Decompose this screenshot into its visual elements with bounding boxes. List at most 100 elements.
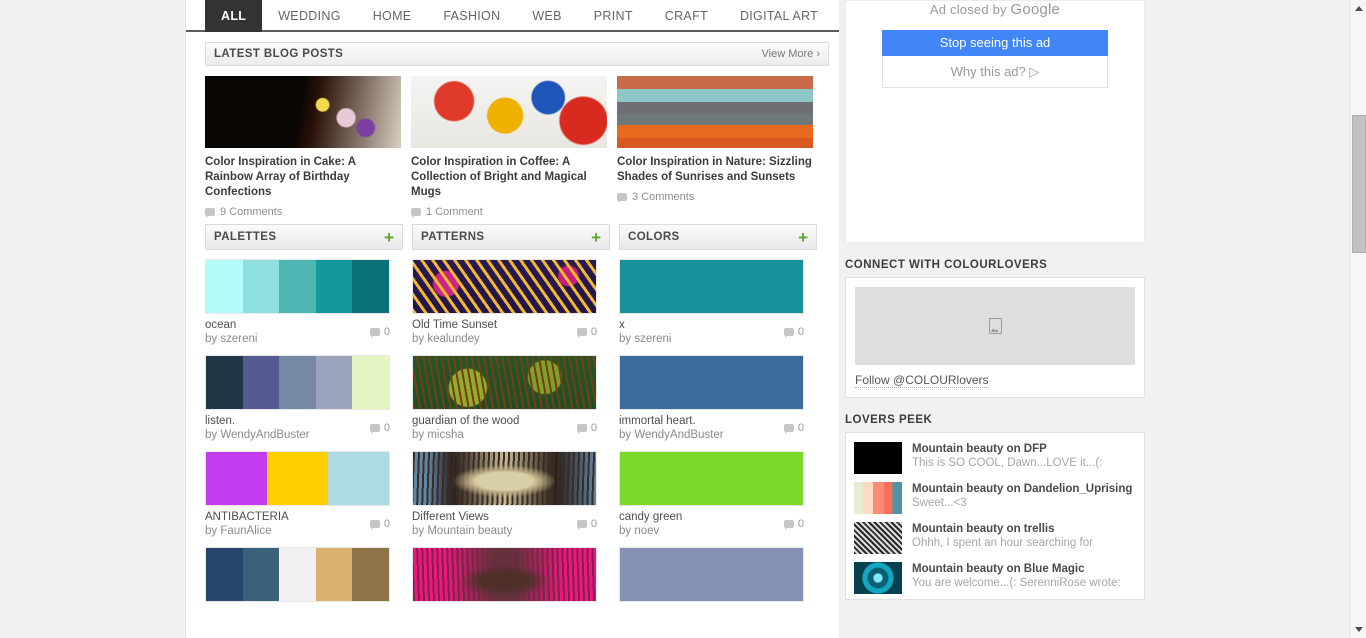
item-meta: listen. by WendyAndBuster 0 [205,414,390,442]
page-scrollbar[interactable] [1349,0,1366,638]
pattern-thumbnail[interactable] [412,451,597,506]
nav-item-digital-art[interactable]: DIGITAL ART [724,0,834,32]
ad-closed-text: Ad closed by Google [846,1,1144,18]
blog-post-comments: 9 Comments [205,206,401,218]
item-author[interactable]: by szereni [619,332,671,346]
why-this-ad-button[interactable]: Why this ad? ▷ [882,56,1108,88]
blog-post-card[interactable]: Color Inspiration in Coffee: A Collectio… [411,76,607,218]
column-header: PALETTES + [205,224,403,250]
nav-item-all[interactable]: ALL [205,0,263,32]
swatch-color [206,452,267,505]
item-name[interactable]: guardian of the wood [412,414,519,428]
item-meta: x by szereni 0 [619,318,804,346]
color-swatch[interactable] [619,547,804,602]
palette-swatch[interactable] [205,451,390,506]
google-wordmark: Google [1010,1,1061,18]
item-name[interactable]: listen. [205,414,310,428]
swatch-color [352,260,389,313]
pattern-thumbnail[interactable] [412,547,597,602]
lovers-peek-item[interactable]: Mountain beauty on Blue Magic You are wel… [846,559,1144,599]
swatch-color [279,260,316,313]
broken-image-icon [988,318,1002,334]
column-item: Different Views by Mountain beauty 0 [412,442,610,538]
color-swatch[interactable] [619,355,804,410]
color-swatch[interactable] [619,259,804,314]
item-name[interactable]: ocean [205,318,257,332]
peek-headline[interactable]: Mountain beauty on Dandelion_Uprising [912,482,1132,496]
item-author[interactable]: by WendyAndBuster [205,428,310,442]
item-name[interactable]: Different Views [412,510,512,524]
color-swatch[interactable] [619,451,804,506]
peek-thumbnail[interactable] [854,442,902,474]
comment-bubble-icon [576,520,587,530]
scroll-down-arrow-icon[interactable] [1350,621,1366,638]
item-name[interactable]: x [619,318,671,332]
pattern-thumbnail[interactable] [412,355,597,410]
blog-post-card[interactable]: Color Inspiration in Cake: A Rainbow Arr… [205,76,401,218]
blog-post-thumbnail[interactable] [617,76,813,148]
swatch-color [279,356,316,409]
follow-twitter-link[interactable]: Follow @COLOURlovers [855,373,989,388]
item-author[interactable]: by szereni [205,332,257,346]
item-author[interactable]: by noev [619,524,682,538]
blog-post-title[interactable]: Color Inspiration in Coffee: A Collectio… [411,155,607,200]
item-author[interactable]: by FaunAlice [205,524,289,538]
pattern-thumbnail[interactable] [412,259,597,314]
lovers-peek-item[interactable]: Mountain beauty on Dandelion_Uprising Swe… [846,479,1144,519]
peek-thumbnail[interactable] [854,562,902,594]
item-name[interactable]: immortal heart. [619,414,724,428]
add-colors-button[interactable]: + [798,229,808,246]
peek-headline[interactable]: Mountain beauty on trellis [912,522,1093,536]
item-comment-count: 0 [369,510,390,538]
comment-bubble-icon [576,328,587,338]
nav-item-home[interactable]: HOME [357,0,428,32]
comment-bubble-icon [369,520,380,530]
social-widget-placeholder [855,287,1135,365]
comment-bubble-icon [783,520,794,530]
blog-post-thumbnail[interactable] [205,76,401,148]
item-name[interactable]: ANTIBACTERIA [205,510,289,524]
comment-bubble-icon [369,424,380,434]
item-name[interactable]: Old Time Sunset [412,318,497,332]
peek-headline[interactable]: Mountain beauty on Blue Magic [912,562,1121,576]
palette-swatch[interactable] [205,547,390,602]
comment-count-label: 0 [383,518,390,530]
item-author[interactable]: by micsha [412,428,519,442]
column-item [205,538,403,602]
palette-swatch[interactable] [205,259,390,314]
nav-item-print[interactable]: PRINT [578,0,649,32]
add-palettes-button[interactable]: + [384,229,394,246]
scrollbar-thumb[interactable] [1352,115,1366,253]
item-author[interactable]: by Mountain beauty [412,524,512,538]
scroll-up-arrow-icon[interactable] [1350,0,1366,17]
stop-seeing-ad-button[interactable]: Stop seeing this ad [882,30,1108,56]
view-more-link[interactable]: View More › [762,42,820,66]
nav-item-web[interactable]: WEB [516,0,577,32]
column-item: x by szereni 0 [619,250,817,346]
blog-post-card[interactable]: Color Inspiration in Nature: Sizzling Sh… [617,76,813,218]
lovers-peek-title: LOVERS PEEK [845,414,933,426]
add-patterns-button[interactable]: + [591,229,601,246]
lovers-peek-item[interactable]: Mountain beauty on DFP This is SO COOL, D… [846,439,1144,479]
lovers-peek-item[interactable]: Mountain beauty on trellis Ohhh, I spent … [846,519,1144,559]
item-name[interactable]: candy green [619,510,682,524]
blog-post-thumbnail[interactable] [411,76,607,148]
peek-thumbnail[interactable] [854,522,902,554]
nav-item-wedding[interactable]: WEDDING [262,0,357,32]
item-author[interactable]: by kealundey [412,332,497,346]
peek-thumbnail[interactable] [854,482,902,514]
item-comment-count: 0 [783,318,804,346]
palette-swatch[interactable] [205,355,390,410]
nav-item-fashion[interactable]: FASHION [427,0,516,32]
nav-item-craft[interactable]: CRAFT [649,0,724,32]
section-title: LATEST BLOG POSTS [214,48,344,60]
blog-post-title[interactable]: Color Inspiration in Cake: A Rainbow Arr… [205,155,401,200]
blog-post-comments: 3 Comments [617,191,813,203]
blog-post-title[interactable]: Color Inspiration in Nature: Sizzling Sh… [617,155,813,185]
swatch-color [279,548,316,601]
swatch-color [352,356,389,409]
peek-headline[interactable]: Mountain beauty on DFP [912,442,1102,456]
peek-snippet: Sweet...<3 [912,497,967,509]
item-author[interactable]: by WendyAndBuster [619,428,724,442]
column-title: COLORS [628,231,680,243]
